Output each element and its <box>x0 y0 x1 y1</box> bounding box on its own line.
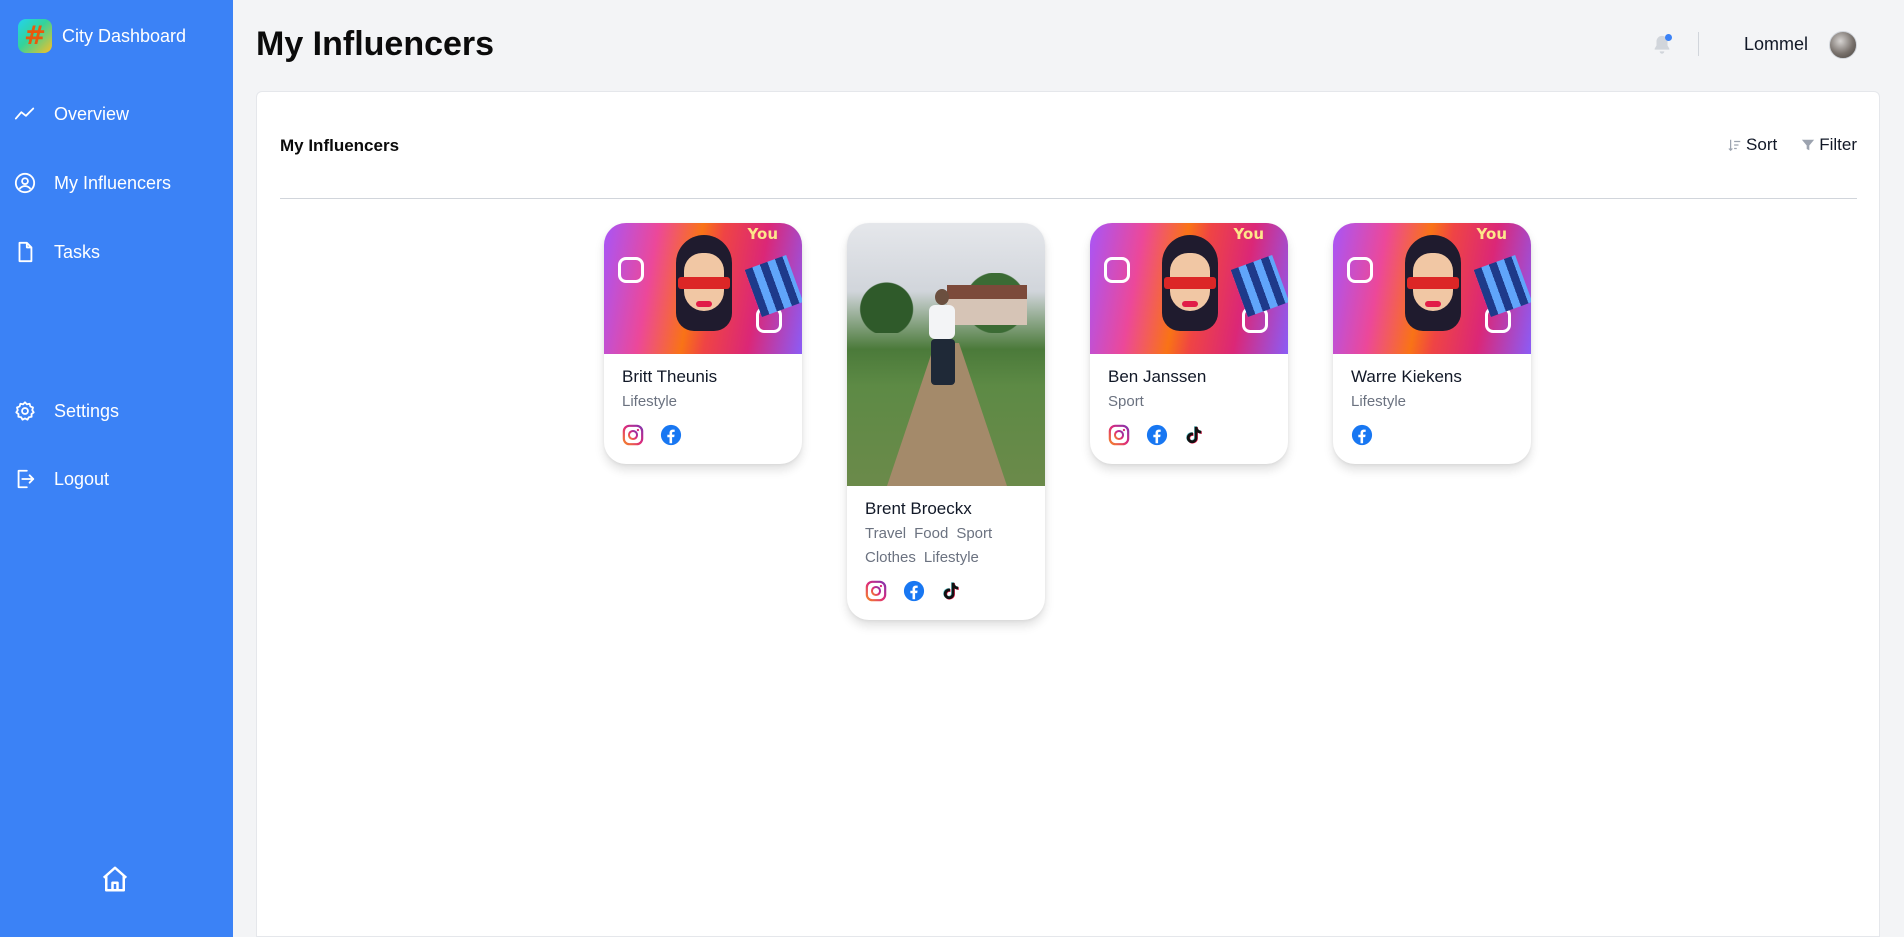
facebook-link[interactable] <box>660 424 682 446</box>
sidebar-item-settings[interactable]: Settings <box>0 389 233 433</box>
influencer-image: You <box>604 223 802 354</box>
tag: Lifestyle <box>1351 393 1407 410</box>
social-links <box>622 424 784 446</box>
sort-icon <box>1728 139 1741 152</box>
social-links <box>1108 424 1270 446</box>
brand-name: City Dashboard <box>62 25 187 46</box>
sidebar-item-label: My Influencers <box>54 172 172 193</box>
tag: Lifestyle <box>622 393 678 410</box>
instagram-icon <box>1108 424 1130 446</box>
tiktok-icon <box>943 582 959 600</box>
tag: Food <box>914 525 949 542</box>
logout-icon <box>17 469 35 489</box>
influencer-name: Ben Janssen <box>1108 367 1207 386</box>
panel-actions: Sort Filter <box>1728 135 1857 155</box>
influencer-tags: Travel Food Sport Clothes Lifestyle <box>865 522 1027 570</box>
facebook-icon <box>1146 424 1168 446</box>
avatar[interactable] <box>1829 31 1857 59</box>
tiktok-icon <box>1186 426 1202 444</box>
facebook-icon <box>903 580 925 602</box>
influencer-name: Britt Theunis <box>622 367 718 386</box>
influencer-image <box>847 223 1045 486</box>
instagram-link[interactable] <box>622 424 644 446</box>
sidebar-item-my-influencers[interactable]: My Influencers <box>0 161 233 205</box>
sidebar-item-logout[interactable]: Logout <box>0 457 233 501</box>
influencer-card[interactable]: You Warre Kiekens Lifestyle <box>1333 223 1531 464</box>
user-circle-icon <box>14 172 36 194</box>
social-links <box>865 580 1027 602</box>
influencer-name: Warre Kiekens <box>1351 367 1462 386</box>
tag: Sport <box>1108 393 1144 410</box>
sort-button[interactable]: Sort <box>1728 135 1777 155</box>
influencer-card[interactable]: You Britt Theunis Lifestyle <box>604 223 802 464</box>
instagram-icon <box>622 424 644 446</box>
influencer-tags: Lifestyle <box>1351 390 1513 414</box>
tiktok-link[interactable] <box>1184 424 1206 446</box>
sidebar: # City Dashboard Overview My Influencers… <box>0 0 233 937</box>
home-button[interactable] <box>98 862 132 896</box>
sidebar-item-tasks[interactable]: Tasks <box>0 230 233 274</box>
filter-label: Filter <box>1819 135 1857 154</box>
influencers-panel: My Influencers Sort Filter <box>256 91 1880 937</box>
tag: Travel <box>865 525 907 542</box>
influencer-tags: Sport <box>1108 390 1270 414</box>
panel-title: My Influencers <box>280 136 400 155</box>
influencer-image: You <box>1333 223 1531 354</box>
tag: Sport <box>956 525 993 542</box>
social-links <box>1351 424 1513 446</box>
facebook-icon <box>660 424 682 446</box>
trend-line-icon <box>14 107 35 120</box>
influencer-image: You <box>1090 223 1288 354</box>
header-divider <box>1698 32 1699 56</box>
sidebar-item-label: Logout <box>54 468 110 489</box>
tag: Lifestyle <box>923 549 979 566</box>
influencer-name: Brent Broeckx <box>865 499 972 518</box>
influencer-card[interactable]: Brent Broeckx Travel Food Sport Clothes Life… <box>847 223 1045 620</box>
facebook-link[interactable] <box>1146 424 1168 446</box>
tiktok-link[interactable] <box>941 580 963 602</box>
page-title: My Influencers <box>256 25 495 63</box>
influencer-tags: Lifestyle <box>622 390 784 414</box>
facebook-link[interactable] <box>903 580 925 602</box>
brand-logo-glyph: # <box>24 21 46 51</box>
panel-divider <box>280 198 1857 199</box>
facebook-link[interactable] <box>1351 424 1373 446</box>
sidebar-item-label: Settings <box>54 400 120 421</box>
instagram-icon <box>865 580 887 602</box>
filter-icon <box>1802 139 1815 151</box>
influencer-card[interactable]: You Ben Janssen Sport <box>1090 223 1288 464</box>
gear-icon <box>15 401 35 421</box>
notification-button[interactable] <box>1651 33 1673 57</box>
document-icon <box>18 241 33 263</box>
brand[interactable]: # City Dashboard <box>18 18 186 54</box>
filter-button[interactable]: Filter <box>1801 135 1857 155</box>
tag: Clothes <box>865 549 916 566</box>
sidebar-item-label: Tasks <box>54 241 101 262</box>
sidebar-item-overview[interactable]: Overview <box>0 92 233 136</box>
instagram-link[interactable] <box>1108 424 1130 446</box>
user-name[interactable]: Lommel <box>1744 34 1808 55</box>
sort-label: Sort <box>1746 135 1778 154</box>
instagram-link[interactable] <box>865 580 887 602</box>
brand-logo-icon: # <box>18 19 52 53</box>
home-icon <box>102 866 128 892</box>
sidebar-item-label: Overview <box>54 103 130 124</box>
notification-badge <box>1665 34 1672 41</box>
facebook-icon <box>1351 424 1373 446</box>
